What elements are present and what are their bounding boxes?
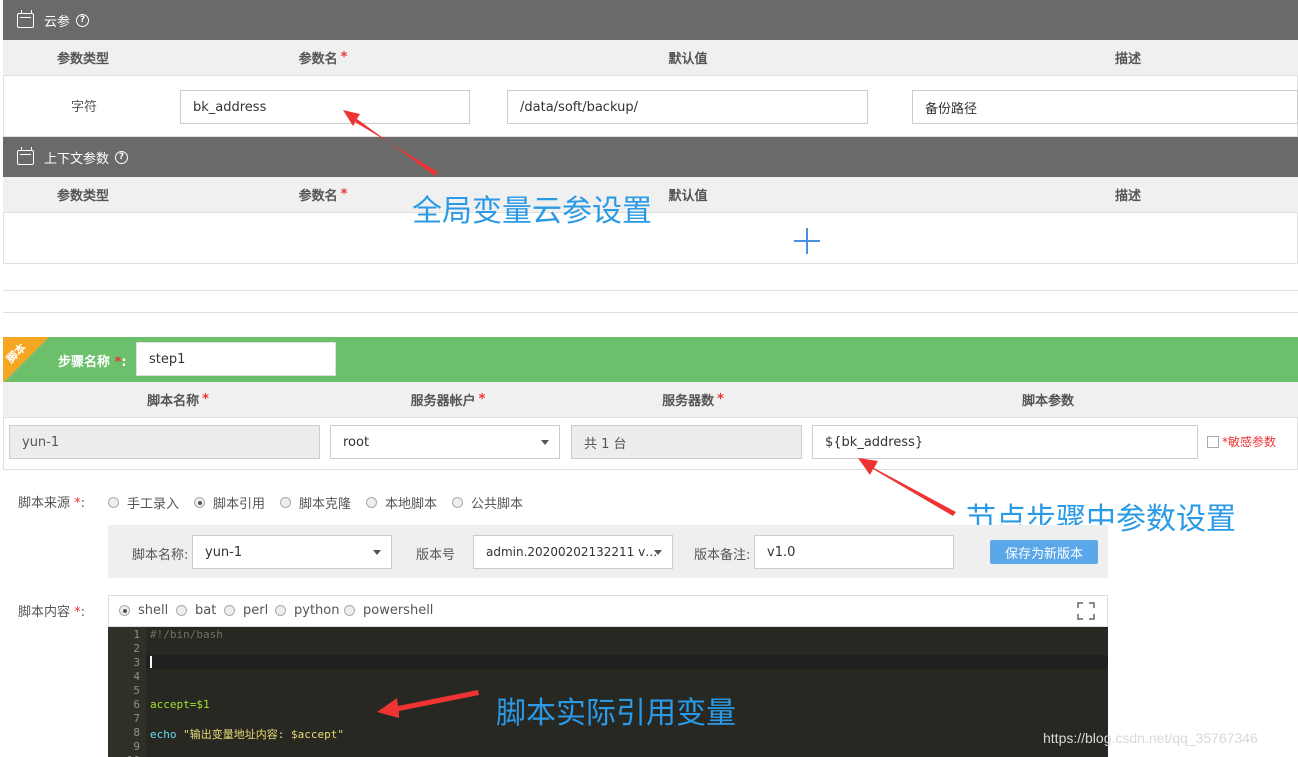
line-number: 2	[133, 642, 140, 655]
context-panel-header: 上下文参数 ?	[3, 137, 1298, 177]
param-desc-input[interactable]: 备份路径	[912, 90, 1298, 124]
annotation-arrow-1	[343, 110, 438, 176]
line-number: 3	[133, 656, 140, 669]
col-desc: 描述	[1114, 189, 1141, 204]
text-cursor	[150, 656, 152, 668]
fullscreen-icon[interactable]	[1077, 602, 1095, 620]
context-panel-title: 上下文参数	[44, 151, 110, 167]
lang-perl[interactable]: perl	[224, 603, 268, 618]
step-name-label: 步骤名称 *:	[58, 355, 127, 370]
source-option-manual[interactable]: 手工录入	[108, 493, 179, 512]
version-note-label: 版本备注:	[694, 548, 751, 563]
line-number: 5	[133, 684, 140, 697]
divider	[3, 290, 1298, 291]
source-option-clone[interactable]: 脚本克隆	[280, 493, 351, 512]
annotation-global-cloud: 全局变量云参设置	[412, 194, 652, 229]
annotation-script-ref: 脚本实际引用变量	[496, 696, 736, 731]
line-number: 8	[133, 726, 140, 739]
col-param-name: 参数名 *	[298, 50, 348, 67]
server-account-select[interactable]: root	[330, 425, 560, 459]
annotation-arrow-2	[858, 458, 956, 516]
page-root: 云参 ? 参数类型 参数名 * 默认值 描述 字符 bk_address /dat…	[0, 0, 1298, 757]
col-server-count: 服务器数 *	[662, 392, 724, 409]
lang-shell[interactable]: shell	[119, 603, 168, 618]
cloud-panel-title: 云参	[44, 14, 71, 30]
col-param-type: 参数类型	[56, 189, 109, 204]
step-table-header: 脚本名称 * 服务器帐户 * 服务器数 * 脚本参数	[3, 382, 1298, 418]
cloud-table-header: 参数类型 参数名 * 默认值 描述	[3, 40, 1298, 76]
line-number: 6	[133, 698, 140, 711]
code-line-accept: accept=$1	[150, 698, 210, 711]
active-line-highlight	[146, 655, 1108, 669]
line-number: 9	[133, 740, 140, 753]
version-note-input[interactable]: v1.0	[754, 535, 954, 569]
ref-script-select[interactable]: yun-1	[192, 535, 392, 569]
script-source-label: 脚本来源 *:	[18, 496, 86, 511]
lang-powershell[interactable]: powershell	[344, 603, 433, 618]
add-param-plus-icon[interactable]	[794, 228, 820, 254]
sensitive-checkbox[interactable]	[1207, 436, 1219, 448]
code-line-shebang: #!/bin/bash	[150, 628, 223, 641]
source-option-reference[interactable]: 脚本引用	[194, 493, 265, 512]
help-icon[interactable]: ?	[115, 150, 129, 164]
code-line-echo: echo "输出变量地址内容: $accept"	[150, 728, 344, 741]
script-content-label: 脚本内容 *:	[18, 605, 86, 620]
ref-name-label: 脚本名称:	[132, 548, 189, 563]
col-server-account: 服务器帐户 *	[410, 392, 486, 409]
save-new-version-button[interactable]: 保存为新版本	[990, 540, 1098, 564]
col-script-params: 脚本参数	[1021, 394, 1074, 409]
version-label: 版本号	[416, 548, 456, 563]
line-number: 4	[133, 670, 140, 683]
sensitive-label: *敏感参数	[1222, 435, 1277, 449]
script-name-readonly: yun-1	[9, 425, 320, 459]
col-desc: 描述	[1114, 52, 1141, 67]
calendar-icon	[17, 9, 34, 28]
lang-bat[interactable]: bat	[176, 603, 216, 618]
param-type-value: 字符	[70, 100, 97, 115]
line-number: 7	[133, 712, 140, 725]
lang-python[interactable]: python	[275, 603, 339, 618]
param-default-input[interactable]: /data/soft/backup/	[507, 90, 868, 124]
calendar-icon	[17, 146, 34, 165]
annotation-arrow-3	[377, 690, 479, 718]
step-name-input[interactable]: step1	[136, 342, 336, 376]
chevron-down-icon	[541, 440, 549, 445]
source-option-public[interactable]: 公共脚本	[452, 493, 523, 512]
col-script-name: 脚本名称 *	[147, 392, 209, 409]
server-count-readonly: 共 1 台	[571, 425, 802, 459]
help-icon[interactable]: ?	[76, 13, 90, 27]
divider	[3, 312, 1298, 313]
watermark: https://blog.csdn.net/qq_35767346	[1043, 730, 1258, 746]
col-param-type: 参数类型	[56, 52, 109, 67]
chevron-down-icon	[654, 550, 662, 555]
line-number: 1	[133, 628, 140, 641]
source-option-local[interactable]: 本地脚本	[366, 493, 437, 512]
script-badge: 脚本	[3, 337, 49, 383]
col-default: 默认值	[668, 52, 708, 67]
version-select[interactable]: admin.20200202132211 v…	[473, 535, 673, 569]
cloud-panel-header: 云参 ?	[3, 0, 1298, 40]
chevron-down-icon	[373, 550, 381, 555]
